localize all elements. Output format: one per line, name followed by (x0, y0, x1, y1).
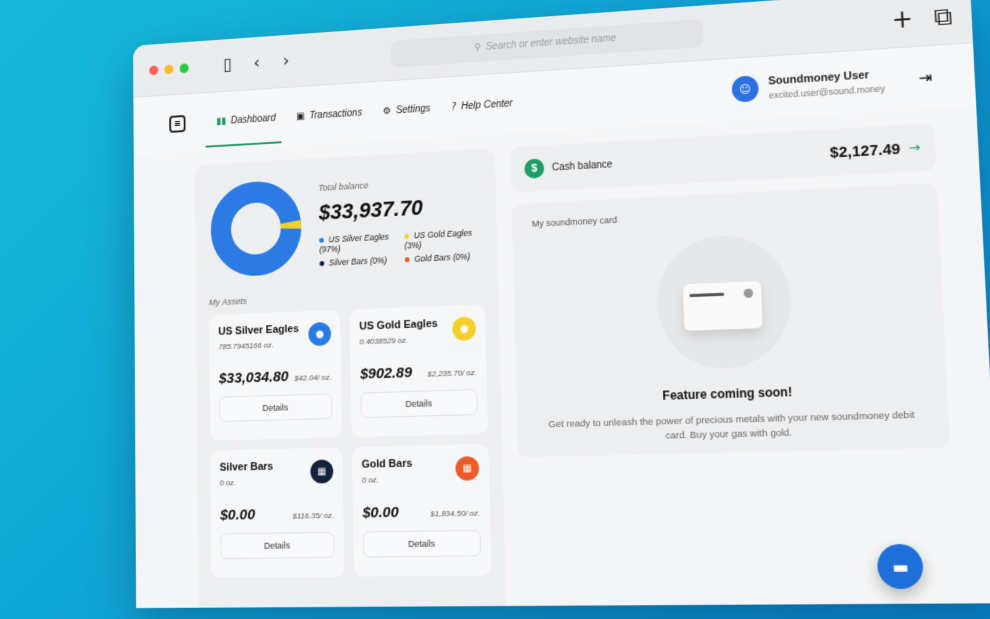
back-icon[interactable]: ‹ (246, 52, 266, 73)
dashboard-icon: ▮▮ (216, 115, 227, 127)
minimize-window-button[interactable] (164, 63, 174, 74)
donut-legend: US Silver Eagles (97%) US Gold Eagles (3… (319, 227, 484, 268)
asset-card-us-silver-eagles: US Silver Eagles 785.7945166 oz. ● $33,0… (208, 309, 343, 441)
nav-transactions[interactable]: ▣ Transactions (296, 83, 363, 146)
nav-help-center[interactable]: ? Help Center (451, 73, 514, 137)
total-balance-value: $33,937.70 (318, 195, 424, 225)
card-illustration (654, 232, 794, 371)
feature-coming-soon-title: Feature coming soon! (662, 384, 793, 403)
asset-price: $1,834.50/ oz. (430, 508, 481, 519)
legend-item: US Silver Eagles (97%) (319, 231, 389, 255)
new-tab-icon[interactable]: + (891, 4, 914, 34)
details-button[interactable]: Details (220, 531, 335, 560)
asset-card-silver-bars: Silver Bars 0 oz. ▦ $0.00 $116.35/ oz. D… (210, 447, 345, 578)
search-icon: ⚲ (473, 42, 482, 54)
legend-item: Gold Bars (0%) (404, 251, 484, 264)
details-button[interactable]: Details (218, 393, 333, 422)
nav-settings-label: Settings (395, 103, 431, 116)
gear-icon: ⚙ (382, 105, 392, 117)
legend-item: US Gold Eagles (3%) (404, 227, 473, 251)
nav-help-label: Help Center (461, 97, 513, 112)
asset-price: $42.04/ oz. (294, 372, 332, 383)
arrow-right-icon[interactable]: → (908, 140, 920, 156)
cash-balance-label: Cash balance (551, 158, 613, 174)
soundmoney-card-panel: My soundmoney card Feature coming soon! … (511, 182, 950, 458)
asset-value: $0.00 (220, 506, 256, 524)
nav-settings[interactable]: ⚙ Settings (382, 79, 431, 142)
browser-window: ▯ ‹ › ⚲ Search or enter website name + ⧉… (133, 0, 990, 609)
window-controls (149, 62, 189, 75)
asset-price: $116.35/ oz. (292, 510, 334, 521)
nav-transactions-label: Transactions (309, 107, 363, 122)
nav-dashboard[interactable]: ▮▮ Dashboard (216, 89, 276, 151)
tabs-overview-icon[interactable]: ⧉ (933, 1, 953, 31)
transactions-icon: ▣ (295, 110, 305, 122)
cash-balance-card[interactable]: $ Cash balance $2,127.49 → (510, 123, 937, 193)
assets-grid: US Silver Eagles 785.7945166 oz. ● $33,0… (208, 304, 492, 578)
asset-card-us-gold-eagles: US Gold Eagles 0.4038529 oz. ● $902.89 $… (349, 304, 489, 438)
address-placeholder: Search or enter website name (485, 33, 617, 53)
asset-value: $0.00 (362, 503, 399, 522)
debit-card-icon (682, 281, 763, 331)
help-icon: ? (451, 101, 457, 113)
my-assets-label: My Assets (208, 296, 247, 308)
close-window-button[interactable] (149, 64, 159, 75)
feature-description: Get ready to unleash the power of precio… (548, 409, 915, 442)
avatar[interactable]: ☺ (731, 75, 759, 103)
logout-icon[interactable]: ⇥ (918, 68, 932, 87)
asset-value: $902.89 (359, 364, 413, 383)
card-panel-label: My soundmoney card (531, 214, 618, 229)
legend-item: Silver Bars (0%) (319, 255, 397, 268)
cash-balance-value: $2,127.49 (829, 140, 901, 162)
address-bar[interactable]: ⚲ Search or enter website name (390, 18, 704, 68)
app-logo-icon[interactable]: ≡ (169, 115, 186, 133)
forward-icon[interactable]: › (276, 50, 297, 71)
portfolio-panel: Total balance $33,937.70 US Silver Eagle… (194, 148, 507, 609)
details-button[interactable]: Details (360, 389, 478, 419)
user-menu[interactable]: ☺ Soundmoney User excited.user@sound.mon… (731, 64, 932, 103)
chat-icon: ▬ (891, 556, 909, 577)
sidebar-toggle-icon[interactable]: ▯ (217, 54, 237, 75)
asset-card-gold-bars: Gold Bars 0 oz. ▦ $0.00 $1,834.50/ oz. D… (351, 443, 492, 577)
dollar-icon: $ (524, 158, 545, 179)
details-button[interactable]: Details (362, 529, 482, 558)
maximize-window-button[interactable] (179, 62, 189, 73)
asset-value: $33,034.80 (218, 368, 289, 388)
total-balance-label: Total balance (318, 180, 369, 193)
balance-donut-chart (208, 176, 305, 280)
asset-price: $2,235.70/ oz. (427, 368, 477, 379)
nav-dashboard-label: Dashboard (230, 112, 276, 126)
